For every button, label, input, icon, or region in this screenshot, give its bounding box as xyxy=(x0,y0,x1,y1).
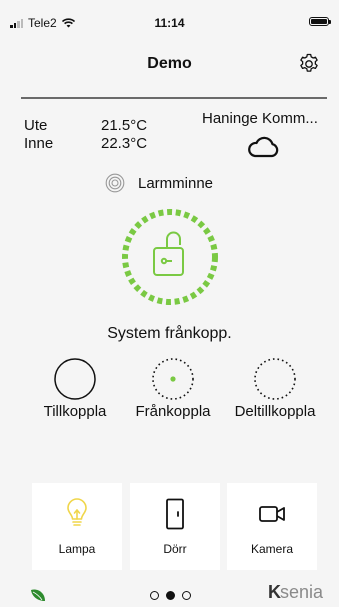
arm-button[interactable]: Tillkoppla xyxy=(27,357,123,427)
gear-icon[interactable] xyxy=(297,52,321,76)
solid-circle-icon xyxy=(54,358,96,400)
concentric-circles-icon xyxy=(105,173,125,193)
disarm-label: Frånkoppla xyxy=(135,403,211,420)
alarm-memory-label: Larmminne xyxy=(138,174,214,192)
ksenia-logo: Ksenia xyxy=(268,582,324,602)
page-dot-3[interactable] xyxy=(182,591,191,600)
header-divider xyxy=(21,97,327,99)
dotted-circle-icon xyxy=(254,358,296,400)
partial-arm-label: Deltillkoppla xyxy=(234,403,316,420)
system-lock-button[interactable] xyxy=(120,207,220,307)
page-title: Demo xyxy=(147,55,192,72)
shortcut-lamp[interactable]: Lampa xyxy=(32,483,122,570)
system-status: System frånkopp. xyxy=(107,325,232,342)
indoor-label: Inne xyxy=(24,135,54,152)
partial-arm-button[interactable]: Deltillkoppla xyxy=(227,357,323,427)
page-indicator[interactable] xyxy=(150,591,191,600)
outdoor-label: Ute xyxy=(24,117,48,134)
shortcut-door-label: Dörr xyxy=(163,542,187,556)
unlocked-padlock-icon xyxy=(153,231,184,276)
status-bar: Tele2 11:14 xyxy=(0,0,339,36)
page-dot-2-active[interactable] xyxy=(166,591,175,600)
shortcut-lamp-label: Lampa xyxy=(58,542,96,556)
indoor-temperature: 22.3°C xyxy=(101,135,148,152)
door-icon xyxy=(166,498,184,530)
dotted-circle-icon xyxy=(152,358,194,400)
cloud-icon xyxy=(248,136,279,158)
video-camera-icon xyxy=(259,506,285,522)
page-dot-1[interactable] xyxy=(150,591,159,600)
lightbulb-icon xyxy=(67,498,87,526)
alarm-memory[interactable]: Larmminne xyxy=(105,173,213,193)
shortcut-camera[interactable]: Kamera xyxy=(227,483,317,570)
arm-label: Tillkoppla xyxy=(43,403,107,420)
disarm-button[interactable]: Frånkoppla xyxy=(125,357,221,427)
shortcut-camera-label: Kamera xyxy=(250,542,294,556)
shortcut-door[interactable]: Dörr xyxy=(130,483,220,570)
leaf-icon xyxy=(31,589,45,601)
battery-icon xyxy=(309,17,331,26)
outdoor-temperature: 21.5°C xyxy=(101,117,148,134)
weather-location: Haninge Komm... xyxy=(202,110,318,127)
status-time: 11:14 xyxy=(154,16,185,30)
